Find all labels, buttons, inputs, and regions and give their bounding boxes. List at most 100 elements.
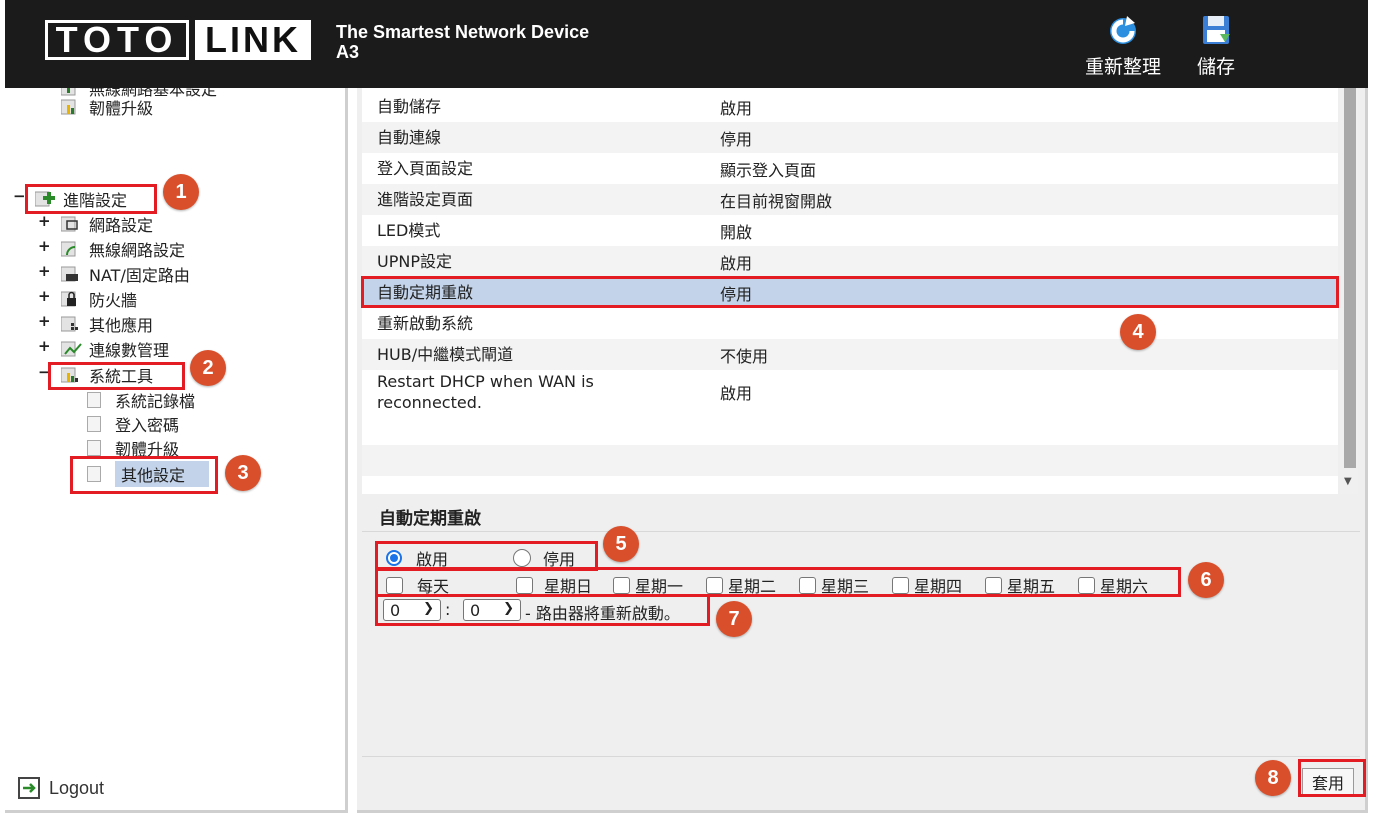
annotation-box-2: [48, 362, 185, 390]
tree-item-label: 無線網路設定: [89, 241, 186, 260]
settings-row[interactable]: Restart DHCP when WAN is reconnected. 啟用: [362, 370, 1338, 415]
scroll-down-arrow-icon[interactable]: ▼: [1344, 476, 1352, 487]
setting-key: UPNP設定: [377, 252, 452, 271]
settings-row[interactable]: 重新啟動系統: [362, 308, 1338, 340]
tree-item-label: 防火牆: [89, 291, 138, 310]
tagline-model: A3: [336, 42, 360, 62]
settings-row[interactable]: 自動連線 停用: [362, 122, 1338, 154]
logo-toto: TOTO: [45, 19, 189, 60]
scroll-thumb[interactable]: [1344, 88, 1356, 468]
tree-item-label: NAT/固定路由: [89, 266, 190, 285]
annotation-badge: 3: [225, 455, 261, 491]
annotation-box-6: [375, 567, 1181, 597]
save-label: 儲存: [1196, 56, 1235, 78]
settings-row[interactable]: LED模式 開啟: [362, 215, 1338, 247]
tree-item-firmware-upgrade[interactable]: 韌體升級: [60, 95, 154, 119]
settings-scrollbar[interactable]: ▼: [1340, 88, 1358, 494]
top-header: TOTO LINK The Smartest Network Device A3…: [5, 0, 1368, 88]
expand-icon[interactable]: +: [38, 312, 51, 330]
refresh-icon: [1110, 16, 1136, 44]
tree-item-label: 登入密碼: [115, 416, 180, 435]
annotation-badge: 2: [190, 350, 226, 386]
setting-value: 啟用: [720, 384, 753, 403]
tagline-title: The Smartest Network Device: [336, 22, 590, 42]
annotation-box-1: [25, 184, 157, 214]
settings-row[interactable]: 登入頁面設定 顯示登入頁面: [362, 153, 1338, 185]
content-panel: 自動儲存 啟用 自動連線 停用 登入頁面設定 顯示登入頁面 進階設定頁面 在目前…: [357, 88, 1368, 813]
setting-value: 停用: [720, 129, 753, 149]
tree-item-firewall[interactable]: 防火牆: [60, 287, 138, 311]
expand-icon[interactable]: +: [38, 237, 51, 255]
setting-key: 進階設定頁面: [377, 190, 474, 209]
lock-icon: [60, 290, 83, 308]
tree-item-label: 韌體升級: [89, 99, 154, 118]
annotation-badge: 6: [1188, 562, 1224, 598]
setting-value: 在目前視窗開啟: [720, 191, 833, 211]
expand-icon[interactable]: +: [38, 262, 51, 280]
chart-icon: [60, 340, 83, 358]
annotation-badge: 4: [1120, 314, 1156, 350]
tree-item-label: 連線數管理: [89, 341, 170, 360]
annotation-box-4: [361, 276, 1339, 308]
refresh-button[interactable]: 重新整理: [1073, 12, 1173, 79]
nat-icon: [60, 265, 83, 283]
page-icon: [87, 392, 101, 408]
page-icon: [87, 440, 101, 456]
setting-value: 啟用: [720, 98, 753, 118]
wireless-icon: [60, 240, 83, 258]
annotation-badge: 5: [603, 526, 639, 562]
annotation-box-7: [375, 594, 710, 626]
save-button[interactable]: 儲存: [1183, 12, 1249, 79]
empty-row: [362, 445, 1338, 477]
setting-key: HUB/中繼模式閘道: [377, 345, 514, 364]
tagline: The Smartest Network Device A3: [336, 22, 589, 62]
logo-link: LINK: [195, 19, 311, 60]
collapse-icon[interactable]: −: [13, 187, 26, 205]
settings-row[interactable]: 自動儲存 啟用: [362, 91, 1338, 123]
totolink-logo: TOTO LINK: [45, 19, 311, 60]
firmware-folder-icon: [60, 98, 83, 116]
setting-value: 顯示登入頁面: [720, 160, 817, 180]
setting-value: 啟用: [720, 253, 753, 273]
floppy-save-icon: [1203, 16, 1230, 44]
settings-row[interactable]: UPNP設定 啟用: [362, 246, 1338, 278]
setting-key: 登入頁面設定: [377, 159, 474, 178]
tree-item-nat[interactable]: NAT/固定路由: [60, 262, 190, 286]
annotation-box-3: [70, 456, 218, 494]
logout-icon: [18, 777, 40, 799]
setting-value: 開啟: [720, 222, 753, 242]
apps-icon: [60, 315, 83, 333]
expand-icon[interactable]: +: [38, 287, 51, 305]
tree-item-system-log[interactable]: 系統記錄檔: [87, 388, 195, 412]
divider: [362, 756, 1360, 757]
setting-key: 自動連線: [377, 128, 442, 147]
tree-item-label: 網路設定: [89, 216, 154, 235]
expand-icon[interactable]: +: [38, 337, 51, 355]
tree-item-login-password[interactable]: 登入密碼: [87, 412, 179, 436]
setting-key: LED模式: [377, 221, 441, 240]
annotation-box-8: [1298, 759, 1366, 797]
setting-value: 不使用: [720, 346, 769, 366]
setting-key: Restart DHCP when WAN is reconnected.: [377, 372, 594, 412]
annotation-badge: 8: [1255, 760, 1291, 796]
logout-link[interactable]: Logout: [17, 776, 104, 800]
divider: [362, 531, 1360, 532]
annotation-badge: 7: [716, 601, 752, 637]
network-icon: [60, 215, 83, 233]
annotation-badge: 1: [163, 174, 199, 210]
logout-label: Logout: [49, 777, 105, 798]
expand-icon[interactable]: +: [38, 212, 51, 230]
setting-key: 重新啟動系統: [377, 314, 474, 333]
tree-item-other-apps[interactable]: 其他應用: [60, 312, 154, 336]
detail-title: 自動定期重啟: [379, 509, 481, 529]
refresh-label: 重新整理: [1084, 56, 1161, 78]
tree-item-label: 系統記錄檔: [115, 392, 196, 411]
page-icon: [87, 416, 101, 432]
settings-row[interactable]: HUB/中繼模式閘道 不使用: [362, 339, 1338, 371]
tree-item-wireless[interactable]: 無線網路設定: [60, 237, 186, 261]
tree-item-network[interactable]: 網路設定: [60, 212, 154, 236]
setting-key: 自動儲存: [377, 97, 442, 116]
settings-row[interactable]: 進階設定頁面 在目前視窗開啟: [362, 184, 1338, 216]
tree-item-label: 其他應用: [89, 316, 154, 335]
tree-item-connections[interactable]: 連線數管理: [60, 337, 170, 361]
